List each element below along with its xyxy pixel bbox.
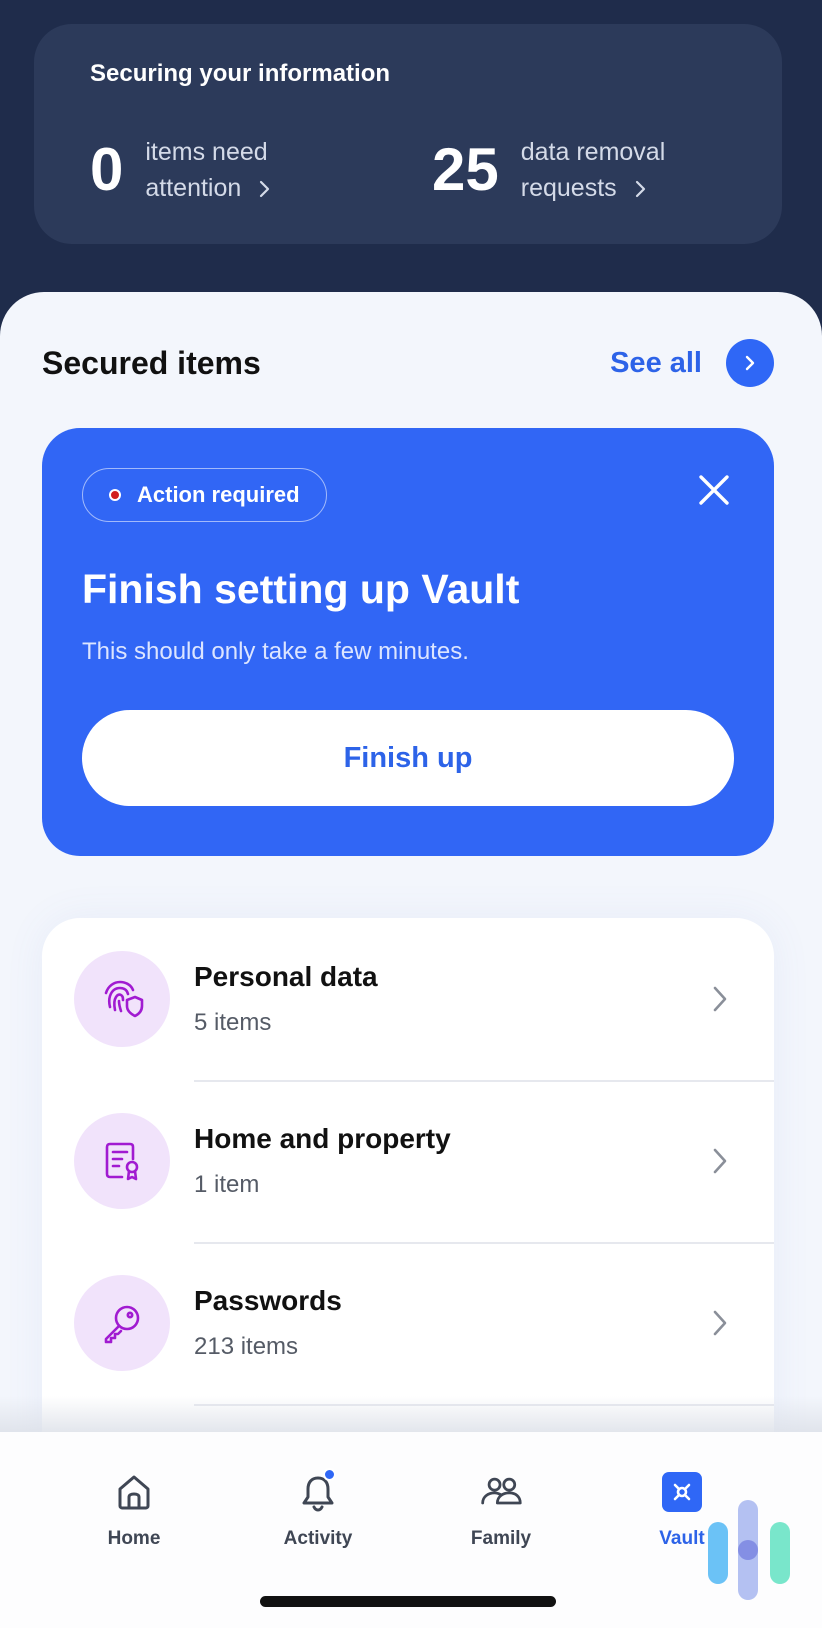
home-icon xyxy=(118,1475,150,1510)
chevron-right-icon xyxy=(745,355,755,371)
nav-shadow xyxy=(0,1396,822,1436)
attention-line1: items need xyxy=(145,138,268,166)
chevron-right-icon xyxy=(713,986,727,1012)
data-removal-link[interactable]: 25 data removal requests xyxy=(432,134,665,206)
chevron-right-icon xyxy=(713,1310,727,1336)
badge-label: Action required xyxy=(137,482,300,507)
nav-label: Activity xyxy=(283,1528,353,1549)
see-all-button[interactable] xyxy=(726,339,774,387)
alert-dot-icon xyxy=(109,489,121,501)
fingerprint-shield-icon xyxy=(104,980,144,1018)
item-icon-circle xyxy=(74,1275,170,1371)
close-button[interactable] xyxy=(694,470,734,510)
chevron-right-icon xyxy=(260,181,270,198)
attention-count: 0 xyxy=(90,136,124,203)
watermark-logo-icon xyxy=(708,1500,790,1600)
property-document-icon xyxy=(105,1142,139,1181)
item-title: Personal data xyxy=(194,961,378,992)
action-required-badge: Action required xyxy=(82,468,327,522)
list-item-personal-data[interactable]: Personal data 5 items xyxy=(42,918,774,1080)
finish-up-button[interactable]: Finish up xyxy=(82,710,734,806)
card-subtitle: This should only take a few minutes. xyxy=(82,638,469,665)
list-item-passwords[interactable]: Passwords 213 items xyxy=(42,1242,774,1404)
family-icon xyxy=(481,1477,522,1505)
secured-items-header: Secured items See all xyxy=(42,338,774,388)
see-all-link[interactable]: See all xyxy=(610,339,774,387)
nav-label: Family xyxy=(470,1528,532,1549)
item-count: 213 items xyxy=(194,1333,299,1360)
nav-label: Vault xyxy=(659,1528,705,1549)
removal-count: 25 xyxy=(432,136,499,203)
item-title: Passwords xyxy=(194,1285,342,1316)
attention-line2: attention xyxy=(145,174,242,202)
chevron-right-icon xyxy=(713,1148,727,1174)
removal-line2: requests xyxy=(520,174,617,202)
item-title: Home and property xyxy=(194,1123,451,1154)
notification-dot-icon xyxy=(323,1468,336,1481)
item-icon-circle xyxy=(74,1113,170,1209)
close-icon xyxy=(699,475,729,505)
item-count: 5 items xyxy=(194,1009,272,1036)
nav-activity[interactable]: Activity xyxy=(248,1468,388,1550)
nav-home[interactable]: Home xyxy=(64,1470,204,1550)
see-all-label[interactable]: See all xyxy=(610,347,702,380)
item-icon-circle xyxy=(74,951,170,1047)
removal-line1: data removal xyxy=(520,138,666,166)
card-title: Finish setting up Vault xyxy=(82,566,520,612)
nav-family[interactable]: Family xyxy=(431,1470,571,1550)
security-summary-card: Securing your information 0 items need a… xyxy=(34,24,782,244)
item-count: 1 item xyxy=(194,1171,260,1198)
items-attention-link[interactable]: 0 items need attention xyxy=(90,134,272,206)
vault-icon xyxy=(662,1472,702,1512)
summary-title: Securing your information xyxy=(90,60,391,87)
home-indicator xyxy=(260,1596,556,1607)
key-icon xyxy=(104,1305,140,1344)
section-title: Secured items xyxy=(42,344,261,381)
chevron-right-icon xyxy=(635,181,645,198)
nav-label: Home xyxy=(107,1528,161,1549)
list-item-home-property[interactable]: Home and property 1 item xyxy=(42,1080,774,1242)
finish-setup-card: Action required Finish setting up Vault … xyxy=(42,428,774,856)
